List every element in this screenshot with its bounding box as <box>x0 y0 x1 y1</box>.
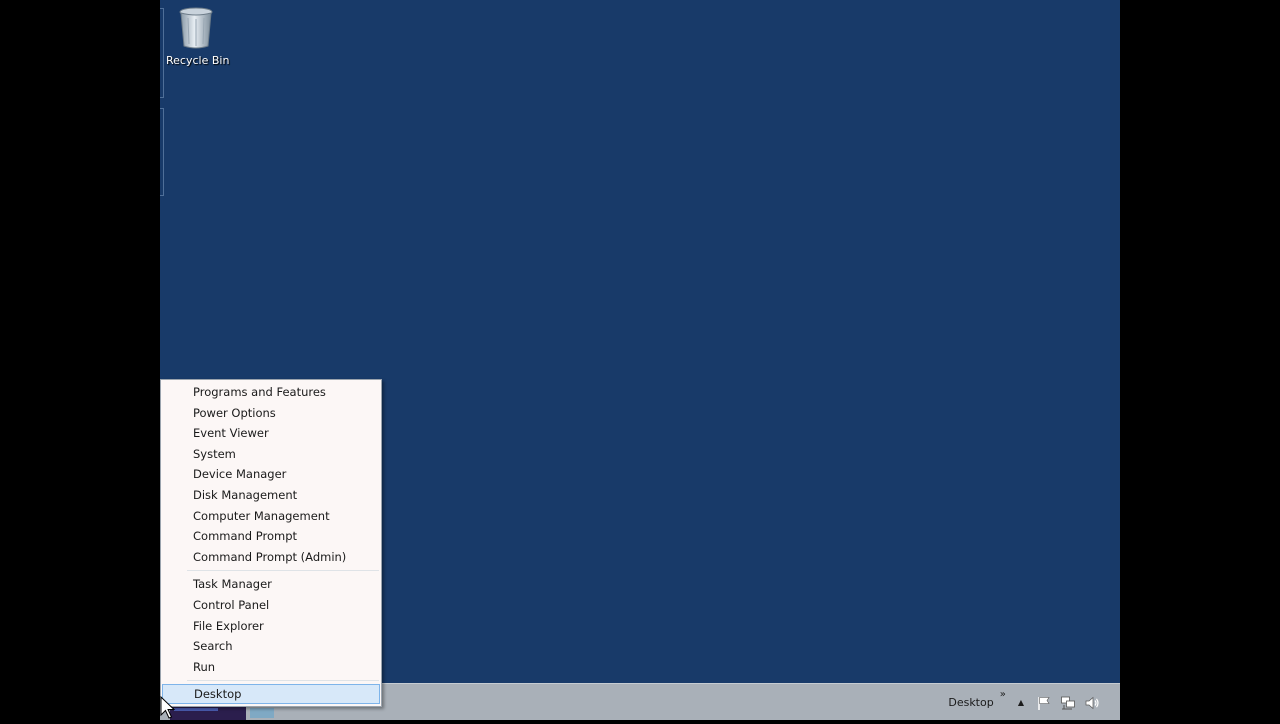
mouse-cursor-icon <box>160 695 180 720</box>
menu-item-device-manager[interactable]: Device Manager <box>162 464 380 484</box>
menu-item-computer-management[interactable]: Computer Management <box>162 506 380 526</box>
menu-item-search[interactable]: Search <box>162 636 380 656</box>
menu-item-run[interactable]: Run <box>162 657 380 677</box>
flag-icon[interactable] <box>1036 695 1052 711</box>
menu-item-task-manager[interactable]: Task Manager <box>162 574 380 594</box>
desktop-icon-recycle-bin[interactable]: Recycle Bin <box>166 6 230 67</box>
toolbar-chevron-icon[interactable]: » <box>1000 689 1006 700</box>
menu-item-disk-management[interactable]: Disk Management <box>162 485 380 505</box>
menu-item-event-viewer[interactable]: Event Viewer <box>162 423 380 443</box>
menu-item-command-prompt[interactable]: Command Prompt <box>162 526 380 546</box>
win-x-context-menu: Programs and Features Power Options Event … <box>160 379 382 707</box>
left-edge-frame <box>160 108 164 196</box>
left-edge-frame <box>160 8 164 98</box>
menu-item-power-options[interactable]: Power Options <box>162 403 380 423</box>
menu-item-file-explorer[interactable]: File Explorer <box>162 616 380 636</box>
taskbar-app-thumbnail[interactable] <box>250 708 274 718</box>
menu-item-desktop[interactable]: Desktop <box>162 684 380 705</box>
desktop-icon-label: Recycle Bin <box>166 54 230 67</box>
menu-separator <box>187 570 379 572</box>
menu-item-command-prompt-admin[interactable]: Command Prompt (Admin) <box>162 547 380 567</box>
system-tray: Desktop » ▲ <box>948 684 1100 720</box>
menu-item-control-panel[interactable]: Control Panel <box>162 595 380 615</box>
menu-separator <box>187 680 379 682</box>
desktop-toolbar-label[interactable]: Desktop <box>948 696 993 709</box>
recycle-bin-icon <box>178 6 214 50</box>
show-hidden-icons-icon[interactable]: ▲ <box>1018 698 1024 707</box>
speaker-icon[interactable] <box>1084 695 1100 711</box>
network-icon[interactable] <box>1060 695 1076 711</box>
taskbar-app-thumbnail[interactable] <box>170 706 246 720</box>
menu-item-system[interactable]: System <box>162 444 380 464</box>
menu-item-programs-and-features[interactable]: Programs and Features <box>162 382 380 402</box>
